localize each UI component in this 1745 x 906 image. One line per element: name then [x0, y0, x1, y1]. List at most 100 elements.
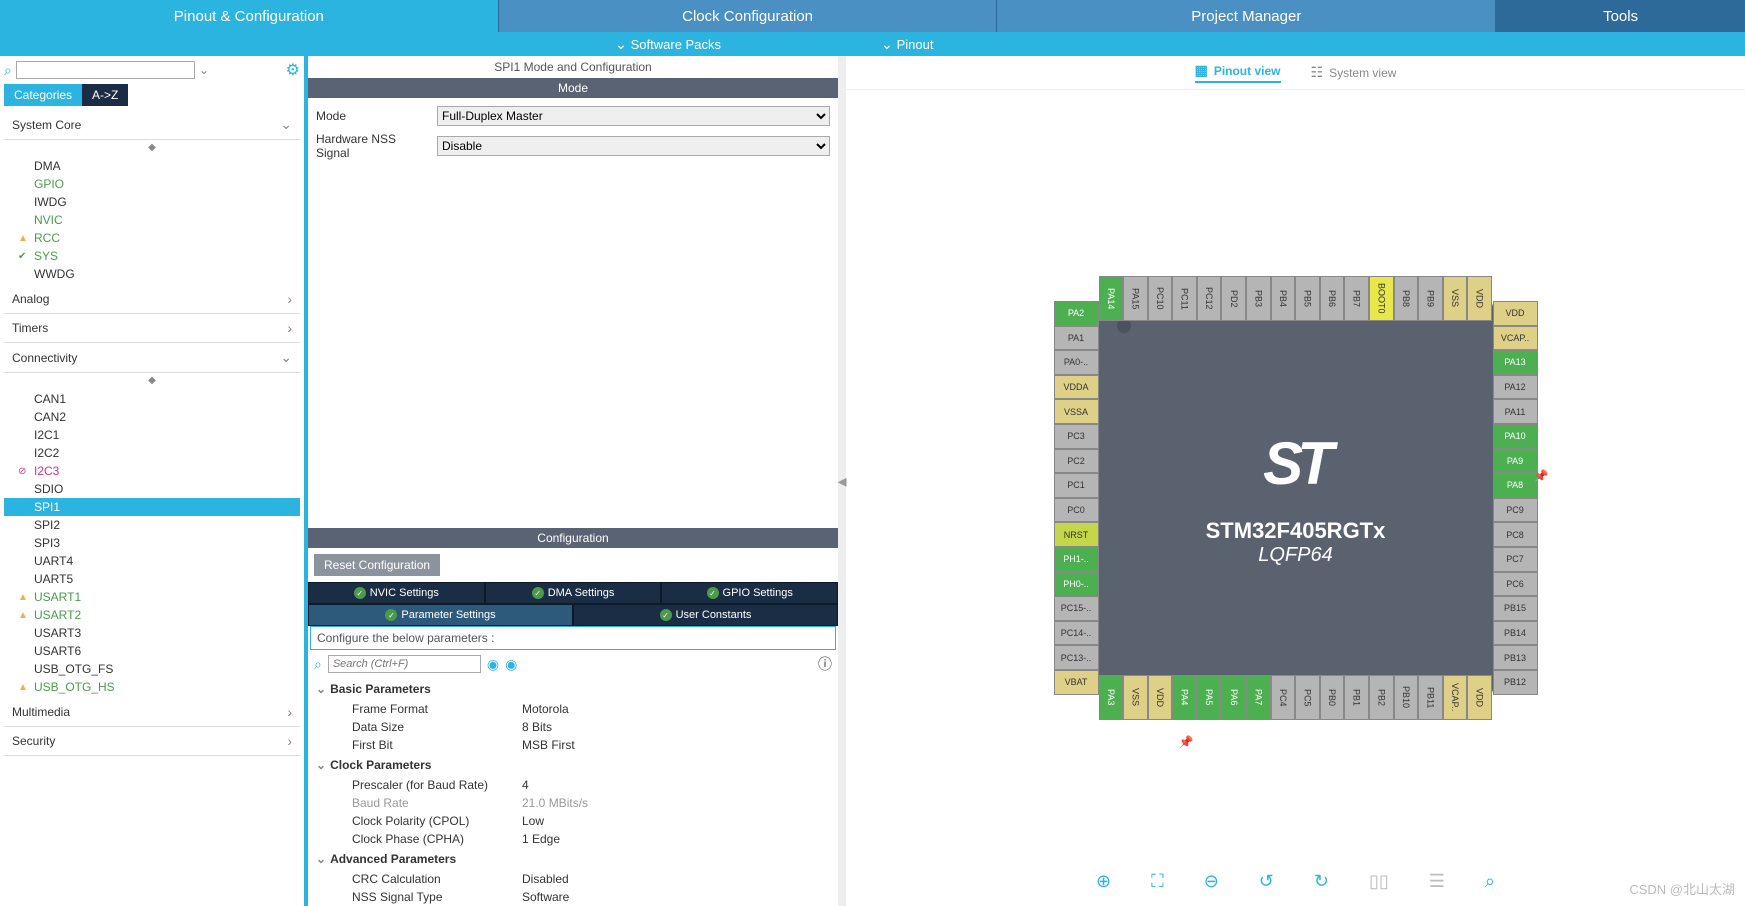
pin-pc7[interactable]: PC7: [1493, 547, 1538, 572]
pin-vss[interactable]: VSS: [1123, 675, 1148, 720]
list-icon[interactable]: ☰: [1429, 871, 1445, 892]
param-search-input[interactable]: [328, 655, 481, 673]
peripheral-gpio[interactable]: GPIO: [4, 175, 300, 193]
param-crc-calculation[interactable]: CRC CalculationDisabled: [316, 870, 830, 888]
rotate-right-icon[interactable]: ↻: [1314, 871, 1329, 892]
pin-vdd[interactable]: VDD: [1148, 675, 1173, 720]
pin-pa11[interactable]: PA11: [1493, 399, 1538, 424]
pin-pc13-[interactable]: PC13-..: [1054, 645, 1099, 670]
tab-tools[interactable]: Tools: [1496, 0, 1745, 32]
param-frame-format[interactable]: Frame FormatMotorola: [316, 700, 830, 718]
config-tab-user-constants[interactable]: ✓User Constants: [573, 604, 838, 626]
pin-pc6[interactable]: PC6: [1493, 572, 1538, 597]
category-connectivity[interactable]: Connectivity⌄: [4, 343, 300, 373]
peripheral-rcc[interactable]: ▲RCC: [4, 229, 300, 247]
pin-pb7[interactable]: PB7: [1344, 276, 1369, 321]
pin-pb15[interactable]: PB15: [1493, 596, 1538, 621]
pin-pc3[interactable]: PC3: [1054, 424, 1099, 449]
pin-pb1[interactable]: PB1: [1344, 675, 1369, 720]
config-tab-parameter-settings[interactable]: ✓Parameter Settings: [308, 604, 573, 626]
pin-pa1[interactable]: PA1: [1054, 326, 1099, 351]
peripheral-usart2[interactable]: ▲USART2: [4, 606, 300, 624]
pin-pc9[interactable]: PC9: [1493, 498, 1538, 523]
param-group-basic-parameters[interactable]: ⌄ Basic Parameters: [316, 678, 830, 700]
nss-select[interactable]: Disable: [437, 136, 830, 156]
peripheral-uart5[interactable]: UART5: [4, 570, 300, 588]
peripheral-nvic[interactable]: NVIC: [4, 211, 300, 229]
rotate-left-icon[interactable]: ↺: [1259, 871, 1274, 892]
pin-vss[interactable]: VSS: [1443, 276, 1468, 321]
category-analog[interactable]: Analog›: [4, 285, 300, 314]
pin-boot0[interactable]: BOOT0: [1369, 276, 1394, 321]
pin-ph0-[interactable]: PH0-..RCC_OSC_IN: [1054, 572, 1099, 597]
peripheral-spi1[interactable]: SPI1: [4, 498, 300, 516]
tab-pinout-config[interactable]: Pinout & Configuration: [0, 0, 499, 32]
peripheral-dma[interactable]: DMA: [4, 157, 300, 175]
next-icon[interactable]: ◉: [505, 656, 517, 673]
category-timers[interactable]: Timers›: [4, 314, 300, 343]
pin-vdda[interactable]: VDDA: [1054, 375, 1099, 400]
pin-pa7[interactable]: PA7SPI1_MOSI: [1246, 675, 1271, 720]
pin-pa14[interactable]: PA14SYS_JTCK-SWC..: [1099, 276, 1124, 321]
tab-alphabetical[interactable]: A->Z: [82, 84, 128, 106]
peripheral-usb_otg_fs[interactable]: USB_OTG_FS: [4, 660, 300, 678]
pin-vssa[interactable]: VSSA: [1054, 399, 1099, 424]
config-tab-gpio-settings[interactable]: ✓GPIO Settings: [661, 582, 838, 604]
peripheral-iwdg[interactable]: IWDG: [4, 193, 300, 211]
pin-vcap[interactable]: VCAP..: [1443, 675, 1468, 720]
pin-pd2[interactable]: PD2: [1221, 276, 1246, 321]
pin-pa12[interactable]: PA12: [1493, 375, 1538, 400]
pin-pb2[interactable]: PB2: [1369, 675, 1394, 720]
pin-pc11[interactable]: PC11: [1172, 276, 1197, 321]
category-multimedia[interactable]: Multimedia›: [4, 698, 300, 727]
pin-pa9[interactable]: PA9USART1_TX: [1493, 449, 1538, 474]
pin-pa8[interactable]: PA8GPIO_Output: [1493, 473, 1538, 498]
param-group-clock-parameters[interactable]: ⌄ Clock Parameters: [316, 754, 830, 776]
peripheral-can2[interactable]: CAN2: [4, 408, 300, 426]
category-security[interactable]: Security›: [4, 727, 300, 756]
peripheral-i2c2[interactable]: I2C2: [4, 444, 300, 462]
mode-select[interactable]: Full-Duplex Master: [437, 106, 830, 126]
pin-vbat[interactable]: VBAT: [1054, 670, 1099, 695]
pin-pa3[interactable]: PA3USART2_RX: [1099, 675, 1124, 720]
peripheral-wwdg[interactable]: WWDG: [4, 265, 300, 283]
pin-pc2[interactable]: PC2: [1054, 449, 1099, 474]
peripheral-sdio[interactable]: SDIO: [4, 480, 300, 498]
pin-vdd[interactable]: VDD: [1467, 276, 1492, 321]
param-nss-signal-type[interactable]: NSS Signal TypeSoftware: [316, 888, 830, 906]
pin-pa4[interactable]: PA4GPIO_Output: [1172, 675, 1197, 720]
param-first-bit[interactable]: First BitMSB First: [316, 736, 830, 754]
pin-pa2[interactable]: PA2USART2_TX: [1054, 301, 1099, 326]
peripheral-usart6[interactable]: USART6: [4, 642, 300, 660]
peripheral-spi2[interactable]: SPI2: [4, 516, 300, 534]
zoom-in-icon[interactable]: ⊕: [1096, 871, 1111, 892]
zoom-out-icon[interactable]: ⊖: [1204, 871, 1219, 892]
search-pin-icon[interactable]: ⌕: [1485, 871, 1495, 892]
dropdown-software-packs[interactable]: Software Packs: [595, 36, 741, 53]
pin-pb6[interactable]: PB6: [1320, 276, 1345, 321]
pin-pc14-[interactable]: PC14-..: [1054, 621, 1099, 646]
peripheral-usb_otg_hs[interactable]: ▲USB_OTG_HS: [4, 678, 300, 696]
pin-pb14[interactable]: PB14: [1493, 621, 1538, 646]
pin-pb0[interactable]: PB0: [1320, 675, 1345, 720]
pin-pb10[interactable]: PB10: [1394, 675, 1419, 720]
param-data-size[interactable]: Data Size8 Bits: [316, 718, 830, 736]
peripheral-i2c1[interactable]: I2C1: [4, 426, 300, 444]
pin-pb12[interactable]: PB12: [1493, 670, 1538, 695]
pin-vdd[interactable]: VDD: [1493, 301, 1538, 326]
pin-pc12[interactable]: PC12: [1197, 276, 1222, 321]
pin-pa10[interactable]: PA10USART1_RX: [1493, 424, 1538, 449]
param-group-advanced-parameters[interactable]: ⌄ Advanced Parameters: [316, 848, 830, 870]
peripheral-uart4[interactable]: UART4: [4, 552, 300, 570]
pin-pa0-[interactable]: PA0-..: [1054, 350, 1099, 375]
peripheral-can1[interactable]: CAN1: [4, 390, 300, 408]
chip-canvas[interactable]: ST STM32F405RGTx LQFP64 VBATPC13-..PC14-…: [846, 90, 1745, 906]
param-prescaler-for-baud-rate-[interactable]: Prescaler (for Baud Rate)4: [316, 776, 830, 794]
pin-vcap[interactable]: VCAP..: [1493, 326, 1538, 351]
system-view-tab[interactable]: ☷System view: [1311, 62, 1397, 83]
pin-pc0[interactable]: PC0: [1054, 498, 1099, 523]
peripheral-search-input[interactable]: [16, 61, 195, 79]
pin-pb9[interactable]: PB9: [1418, 276, 1443, 321]
config-tab-nvic-settings[interactable]: ✓NVIC Settings: [308, 582, 485, 604]
pin-pc1[interactable]: PC1: [1054, 473, 1099, 498]
